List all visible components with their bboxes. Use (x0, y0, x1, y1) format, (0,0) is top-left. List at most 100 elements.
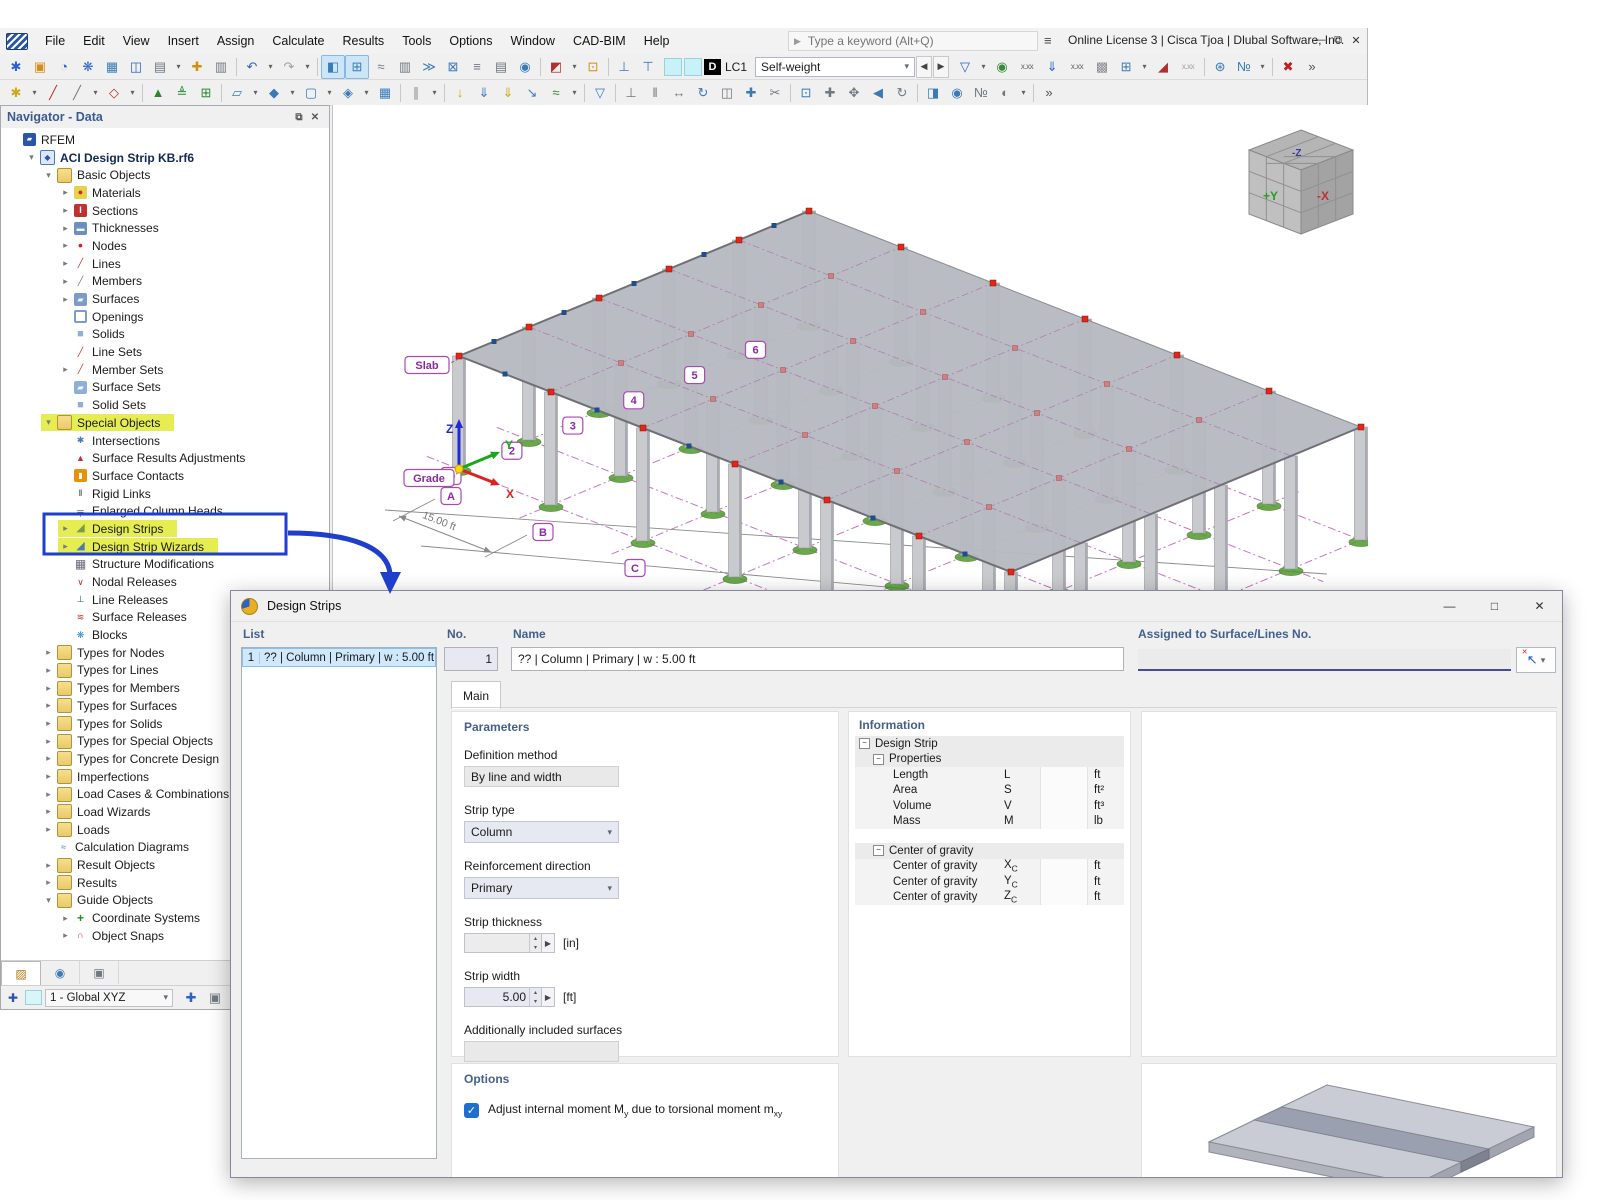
expander-icon[interactable]: ▸ (41, 806, 56, 817)
select-objects[interactable]: ◩ (544, 55, 568, 79)
new-surface[interactable]: ▱ (225, 81, 249, 105)
expander-icon[interactable]: ▸ (41, 647, 56, 658)
zoom-window[interactable]: ⊡ (794, 81, 818, 105)
tab-data[interactable]: ▨ (1, 961, 41, 985)
expander-icon[interactable]: ▸ (58, 223, 73, 234)
render-mode[interactable]: ◐ (993, 81, 1017, 105)
filter-objects[interactable]: ▽ (588, 81, 612, 105)
menu-help[interactable]: Help (635, 29, 679, 53)
dialog-title-bar[interactable]: Design Strips (231, 591, 1562, 622)
show-ramp[interactable]: ◢ (1151, 55, 1175, 79)
new-model[interactable]: ✱ (4, 55, 28, 79)
new-surface-set[interactable]: ◈ (336, 81, 360, 105)
list-item[interactable]: 1 ?? | Column | Primary | w : 5.00 ft (242, 648, 436, 667)
keyword-search[interactable]: ▶ (788, 31, 1038, 51)
previous-load-case-button[interactable]: ◀ (916, 56, 932, 78)
menu-results[interactable]: Results (334, 29, 394, 53)
menu-cad-bim[interactable]: CAD-BIM (564, 29, 635, 53)
expander-icon[interactable]: ▸ (58, 364, 73, 375)
coordinate-system-combo[interactable]: 1 - Global XYZ ▾ (45, 989, 173, 1007)
grid-more[interactable]: ▾ (1138, 55, 1151, 79)
tree-item-thicknesses[interactable]: ▸Thicknesses (1, 219, 329, 237)
templates[interactable]: ▥ (209, 55, 233, 79)
save[interactable]: ◫ (124, 55, 148, 79)
new-surface-load[interactable]: ⇓ (496, 81, 520, 105)
reset-zoom[interactable]: ✖ (1276, 55, 1300, 79)
collapse-icon[interactable]: − (873, 754, 884, 765)
expander-icon[interactable]: ▸ (58, 523, 73, 534)
tree-item-design-strips[interactable]: ▸Design Strips (1, 520, 329, 538)
show-solids[interactable]: ▩ (1090, 55, 1114, 79)
menu-options[interactable]: Options (440, 29, 501, 53)
toolbar-overflow-1[interactable]: » (1300, 55, 1324, 79)
new-solid[interactable]: ◆ (262, 81, 286, 105)
dialog-minimize-button[interactable]: — (1427, 591, 1472, 620)
redo[interactable]: ↷ (277, 55, 301, 79)
thickness-detail-button[interactable]: ▶ (542, 933, 555, 953)
expander-icon[interactable]: ▾ (41, 895, 56, 906)
new-nodal-support[interactable]: ▲ (146, 81, 170, 105)
menu-window[interactable]: Window (501, 29, 563, 53)
trim[interactable]: ✂ (763, 81, 787, 105)
visibility[interactable]: ◉ (945, 81, 969, 105)
insert-support-down[interactable]: ⊤ (636, 55, 660, 79)
expander-icon[interactable]: ▸ (41, 789, 56, 800)
tab-display[interactable]: ◉ (41, 961, 80, 984)
render-more[interactable]: ▾ (1017, 81, 1030, 105)
solid-more[interactable]: ▾ (286, 81, 299, 105)
expander-icon[interactable]: ▸ (58, 541, 73, 552)
tab-main[interactable]: Main (451, 681, 501, 709)
expander-icon[interactable]: ▸ (58, 240, 73, 251)
tree-item-sections[interactable]: ▸Sections (1, 202, 329, 220)
adjust-moment-checkbox[interactable]: ✓ (464, 1103, 479, 1118)
tree-item-openings[interactable]: Openings (1, 308, 329, 326)
tree-item-design-strip-wizards[interactable]: ▸Design Strip Wizards (1, 538, 329, 556)
member-more[interactable]: ▾ (89, 81, 102, 105)
tree-item-surface-sets[interactable]: Surface Sets (1, 379, 329, 397)
menu-calculate[interactable]: Calculate (263, 29, 333, 53)
measure-more[interactable]: ▾ (428, 81, 441, 105)
show-values-1[interactable]: x.xx (1014, 55, 1040, 79)
tree-item-surface-contacts[interactable]: Surface Contacts (1, 467, 329, 485)
navigator-close-button[interactable]: ✕ (307, 109, 323, 125)
expander-icon[interactable]: ▸ (58, 205, 73, 216)
tree-item-surface-results-adjustments[interactable]: Surface Results Adjustments (1, 449, 329, 467)
load-more[interactable]: ▾ (568, 81, 581, 105)
expander-icon[interactable]: ▸ (41, 860, 56, 871)
print-more[interactable]: ▾ (172, 55, 185, 79)
bim-export[interactable]: ⊡ (581, 55, 605, 79)
new-node[interactable]: ✱ (4, 81, 28, 105)
tab-views[interactable]: ▣ (80, 961, 119, 984)
tree-item-nodal-releases[interactable]: Nodal Releases (1, 573, 329, 591)
expander-icon[interactable]: ▸ (41, 700, 56, 711)
tree-item-structure-modifications[interactable]: Structure Modifications (1, 556, 329, 574)
redo-more[interactable]: ▾ (301, 55, 314, 79)
menu-assign[interactable]: Assign (208, 29, 264, 53)
show-supports[interactable]: ◉ (990, 55, 1014, 79)
edit-rotate[interactable]: ↻ (691, 81, 715, 105)
expander-icon[interactable]: ▸ (41, 683, 56, 694)
clipping-planes[interactable]: ◨ (921, 81, 945, 105)
show-grid[interactable]: ⊞ (1114, 55, 1138, 79)
saved-settings[interactable]: ⊛ (1208, 55, 1232, 79)
tree-item-enlarged-column-heads[interactable]: Enlarged Column Heads (1, 502, 329, 520)
tree-item-rigid-links[interactable]: Rigid Links (1, 485, 329, 503)
new-imperfection[interactable]: ≈ (544, 81, 568, 105)
expander-icon[interactable]: ▸ (41, 718, 56, 729)
menu-tools[interactable]: Tools (393, 29, 440, 53)
dialog-maximize-button[interactable]: □ (1472, 591, 1517, 620)
strip-type-select[interactable]: Column ▾ (464, 821, 619, 843)
edit-coordinate-system-button[interactable]: ▣ (203, 986, 227, 1010)
tree-item-rfem[interactable]: RFEM (1, 131, 329, 149)
spinner-arrows[interactable]: ▴▾ (529, 988, 541, 1006)
tree-item-materials[interactable]: ▸Materials (1, 184, 329, 202)
polyline-more[interactable]: ▾ (126, 81, 139, 105)
new-nodal-load[interactable]: ↓ (448, 81, 472, 105)
expander-icon[interactable]: ▸ (41, 736, 56, 747)
width-detail-button[interactable]: ▶ (542, 987, 555, 1007)
opening-more[interactable]: ▾ (323, 81, 336, 105)
tree-item-surfaces[interactable]: ▸Surfaces (1, 290, 329, 308)
open-model[interactable]: ▣ (28, 55, 52, 79)
lc-color-swatch-2[interactable] (684, 58, 702, 76)
restore-button[interactable]: ⧉ (1329, 30, 1347, 50)
